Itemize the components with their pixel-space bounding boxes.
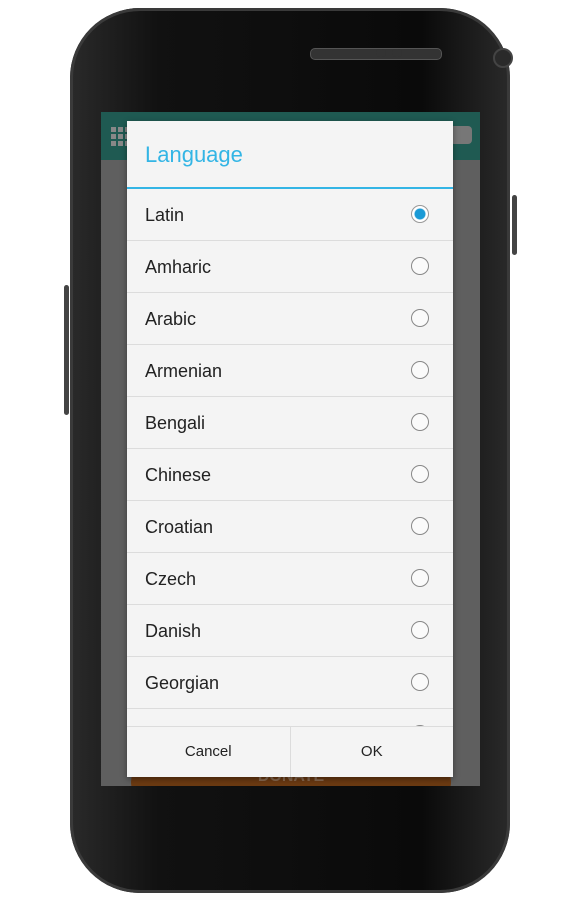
radio-unselected-icon[interactable] <box>411 621 429 639</box>
radio-selected-icon[interactable] <box>411 205 429 223</box>
radio-unselected-icon[interactable] <box>411 465 429 483</box>
option-label: Chinese <box>145 465 212 485</box>
cancel-button[interactable]: Cancel <box>127 727 291 777</box>
option-label: Czech <box>145 569 197 589</box>
sensor <box>392 49 402 57</box>
radio-unselected-icon[interactable] <box>411 361 429 379</box>
dialog-title: Language <box>127 121 453 189</box>
dialog-buttons: Cancel OK <box>127 726 453 777</box>
camera-icon[interactable] <box>450 126 472 144</box>
radio-unselected-icon[interactable] <box>411 673 429 691</box>
option-label: Georgian <box>145 673 220 693</box>
radio-unselected-icon[interactable] <box>411 257 429 275</box>
language-dialog: Language Latin Amharic Arabic Armenian Benga… <box>127 121 453 777</box>
language-option[interactable]: Georgian <box>127 657 453 709</box>
option-label: Croatian <box>145 517 214 537</box>
option-label: Arabic <box>145 309 197 329</box>
language-option[interactable]: Armenian <box>127 345 453 397</box>
language-option[interactable]: Amharic <box>127 241 453 293</box>
ok-button[interactable]: OK <box>291 727 454 777</box>
language-option[interactable]: Croatian <box>127 501 453 553</box>
option-label: Latin <box>145 205 185 225</box>
front-camera <box>493 48 513 68</box>
language-option[interactable]: Arabic <box>127 293 453 345</box>
option-label: Bengali <box>145 413 206 433</box>
power-button <box>512 195 517 255</box>
language-option[interactable]: Latin <box>127 189 453 241</box>
language-option[interactable]: Bengali <box>127 397 453 449</box>
language-option[interactable] <box>127 709 453 727</box>
sensor <box>376 49 386 57</box>
radio-unselected-icon[interactable] <box>411 517 429 535</box>
language-option[interactable]: Danish <box>127 605 453 657</box>
language-option[interactable]: Czech <box>127 553 453 605</box>
radio-unselected-icon[interactable] <box>411 413 429 431</box>
radio-unselected-icon[interactable] <box>411 569 429 587</box>
volume-button <box>64 285 69 415</box>
option-label: Danish <box>145 621 202 641</box>
option-label: Armenian <box>145 361 223 381</box>
language-list[interactable]: Latin Amharic Arabic Armenian Bengali Chinese… <box>127 189 453 727</box>
language-option[interactable]: Chinese <box>127 449 453 501</box>
radio-unselected-icon[interactable] <box>411 309 429 327</box>
option-label: Amharic <box>145 257 212 277</box>
